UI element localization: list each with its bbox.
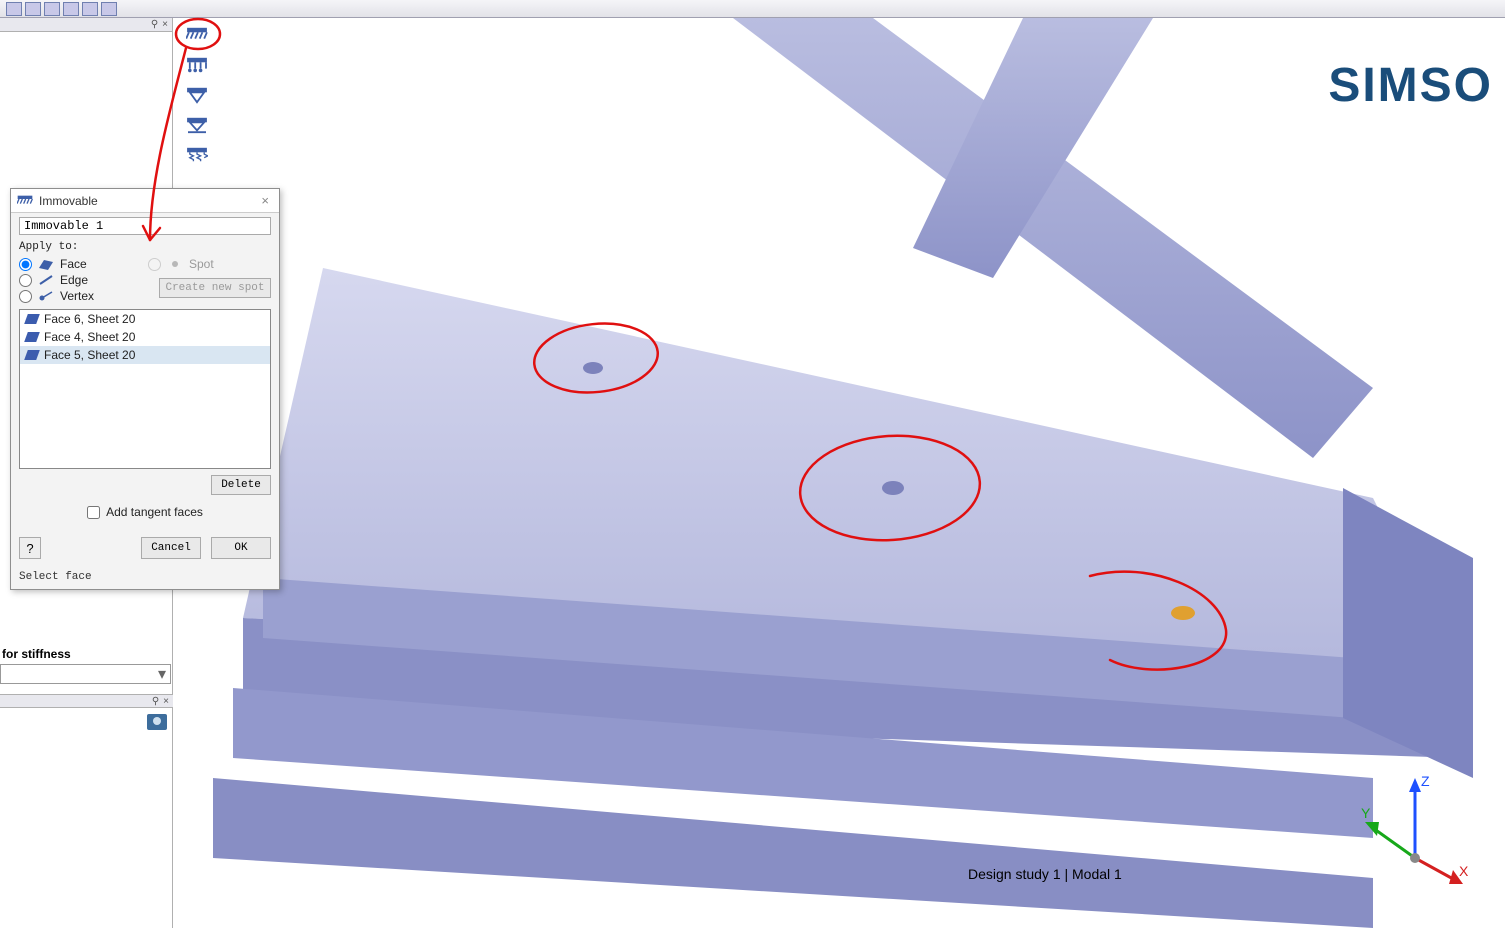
apply-edge-radio[interactable]: Edge xyxy=(19,273,142,287)
brand-logo: SIMSO xyxy=(1328,58,1493,113)
axis-y-label: Y xyxy=(1361,805,1371,821)
axis-z-label: Z xyxy=(1421,773,1430,789)
constraint-name-input[interactable] xyxy=(19,217,271,235)
chevron-down-icon: ▾ xyxy=(158,664,166,684)
axis-triad[interactable]: Z Y X xyxy=(1355,768,1475,888)
close-icon[interactable]: × xyxy=(163,696,169,707)
immovable-tool-icon[interactable] xyxy=(185,24,209,46)
snapshot-icon[interactable] xyxy=(147,714,167,730)
apply-to-label: Apply to: xyxy=(19,241,271,253)
apply-spot-label: Spot xyxy=(189,257,214,271)
toolbar-button[interactable] xyxy=(25,2,41,16)
apply-spot-radio[interactable]: Spot xyxy=(148,257,271,271)
ok-button[interactable]: OK xyxy=(211,537,271,559)
apply-edge-label: Edge xyxy=(60,273,88,287)
immovable-icon xyxy=(17,194,33,208)
pin-icon[interactable]: ⚲ xyxy=(152,696,159,707)
apply-vertex-label: Vertex xyxy=(60,289,94,303)
toolbar-button[interactable] xyxy=(101,2,117,16)
face-icon xyxy=(24,332,40,342)
immovable-dialog: Immovable × Apply to: Face Spot xyxy=(10,188,280,590)
apply-face-label: Face xyxy=(60,257,87,271)
spring-support-tool-icon[interactable] xyxy=(185,144,209,166)
viewport-3d[interactable]: SIMSO Z Y X Design study 1 | Modal 1 xyxy=(173,18,1505,928)
tangent-faces-label: Add tangent faces xyxy=(106,505,203,519)
apply-vertex-radio[interactable]: Vertex xyxy=(19,289,142,303)
dialog-titlebar[interactable]: Immovable × xyxy=(11,189,279,213)
list-item[interactable]: Face 5, Sheet 20 xyxy=(20,346,270,364)
dialog-close-icon[interactable]: × xyxy=(257,193,273,208)
pinned-tool-icon[interactable] xyxy=(185,54,209,76)
axis-x-label: X xyxy=(1459,863,1469,879)
apply-face-radio[interactable]: Face xyxy=(19,257,142,271)
toolbar-button[interactable] xyxy=(82,2,98,16)
face-icon xyxy=(24,350,40,360)
toolbar-button[interactable] xyxy=(44,2,60,16)
stiffness-dropdown[interactable]: ▾ xyxy=(0,664,171,684)
list-item[interactable]: Face 4, Sheet 20 xyxy=(20,328,270,346)
pin-icon[interactable]: ⚲ xyxy=(151,19,158,30)
close-icon[interactable]: × xyxy=(162,19,168,30)
cancel-button[interactable]: Cancel xyxy=(141,537,201,559)
create-spot-button[interactable]: Create new spot xyxy=(159,278,271,298)
help-button[interactable]: ? xyxy=(19,537,41,559)
list-item-label: Face 6, Sheet 20 xyxy=(44,312,135,326)
list-item-label: Face 5, Sheet 20 xyxy=(44,348,135,362)
stiffness-section-label: for stiffness xyxy=(0,646,173,662)
toolbar-button[interactable] xyxy=(63,2,79,16)
selection-list[interactable]: Face 6, Sheet 20 Face 4, Sheet 20 Face 5… xyxy=(19,309,271,469)
dialog-status: Select face xyxy=(11,567,279,589)
list-item[interactable]: Face 6, Sheet 20 xyxy=(20,310,270,328)
constraint-tool-stack xyxy=(185,24,215,166)
tangent-faces-checkbox[interactable] xyxy=(87,506,100,519)
toolbar-button[interactable] xyxy=(6,2,22,16)
dialog-title: Immovable xyxy=(39,194,98,208)
top-toolbar xyxy=(0,0,1505,18)
face-icon xyxy=(24,314,40,324)
hinge2-tool-icon[interactable] xyxy=(185,114,209,136)
list-item-label: Face 4, Sheet 20 xyxy=(44,330,135,344)
design-study-label: Design study 1 | Modal 1 xyxy=(968,866,1122,882)
delete-button[interactable]: Delete xyxy=(211,475,271,495)
hinge-tool-icon[interactable] xyxy=(185,84,209,106)
